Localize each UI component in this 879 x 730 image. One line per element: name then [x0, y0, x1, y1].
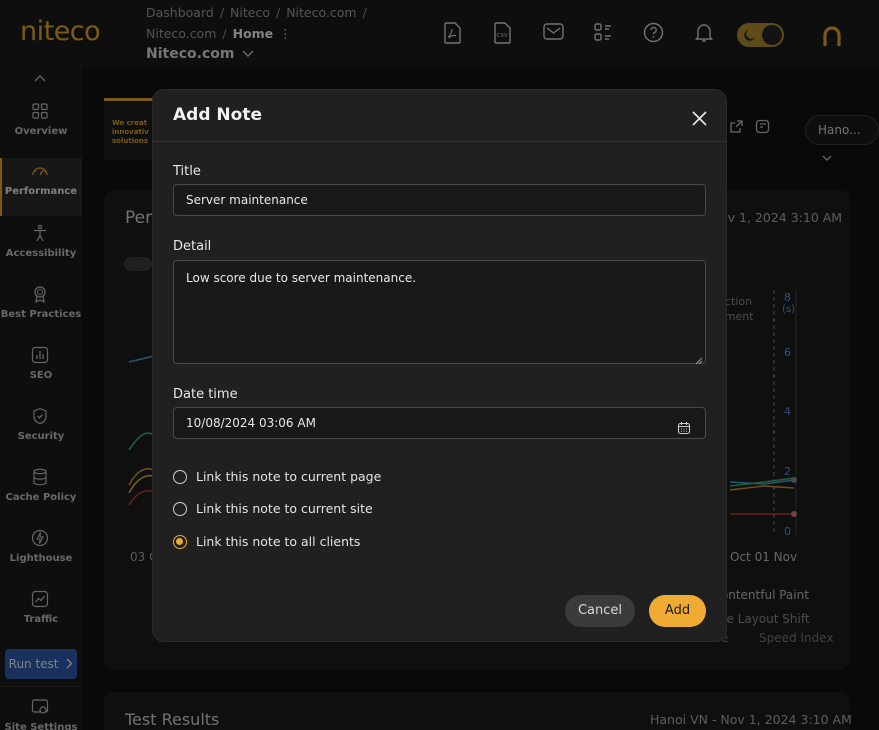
cancel-button[interactable]: Cancel: [565, 595, 635, 627]
add-note-dialog: Add Note Title Server maintenance Detail…: [152, 89, 727, 642]
radio-label: Link this note to current site: [196, 501, 373, 516]
radio-label: Link this note to current page: [196, 469, 382, 484]
title-label: Title: [173, 164, 201, 179]
detail-label: Detail: [173, 239, 212, 254]
detail-textarea-value: Low score due to server maintenance.: [186, 271, 417, 285]
close-icon[interactable]: [691, 110, 708, 127]
add-button[interactable]: Add: [649, 595, 706, 627]
datetime-label: Date time: [173, 387, 238, 402]
dialog-divider: [153, 141, 726, 142]
dialog-title: Add Note: [173, 105, 262, 125]
radio-label: Link this note to all clients: [196, 534, 361, 549]
radio-button[interactable]: [173, 470, 187, 484]
radio-button-selected[interactable]: [173, 535, 187, 549]
radio-current-page[interactable]: Link this note to current page: [173, 469, 473, 487]
title-input-value: Server maintenance: [186, 193, 308, 207]
detail-textarea[interactable]: Low score due to server maintenance.: [173, 260, 706, 365]
resize-handle-icon[interactable]: [695, 353, 703, 365]
radio-button[interactable]: [173, 502, 187, 516]
radio-all-clients[interactable]: Link this note to all clients: [173, 534, 473, 552]
datetime-input[interactable]: 10/08/2024 03:06 AM: [173, 407, 706, 439]
calendar-icon[interactable]: [677, 416, 691, 435]
title-input[interactable]: Server maintenance: [173, 184, 706, 216]
datetime-input-value: 10/08/2024 03:06 AM: [186, 416, 316, 430]
radio-current-site[interactable]: Link this note to current site: [173, 501, 473, 519]
